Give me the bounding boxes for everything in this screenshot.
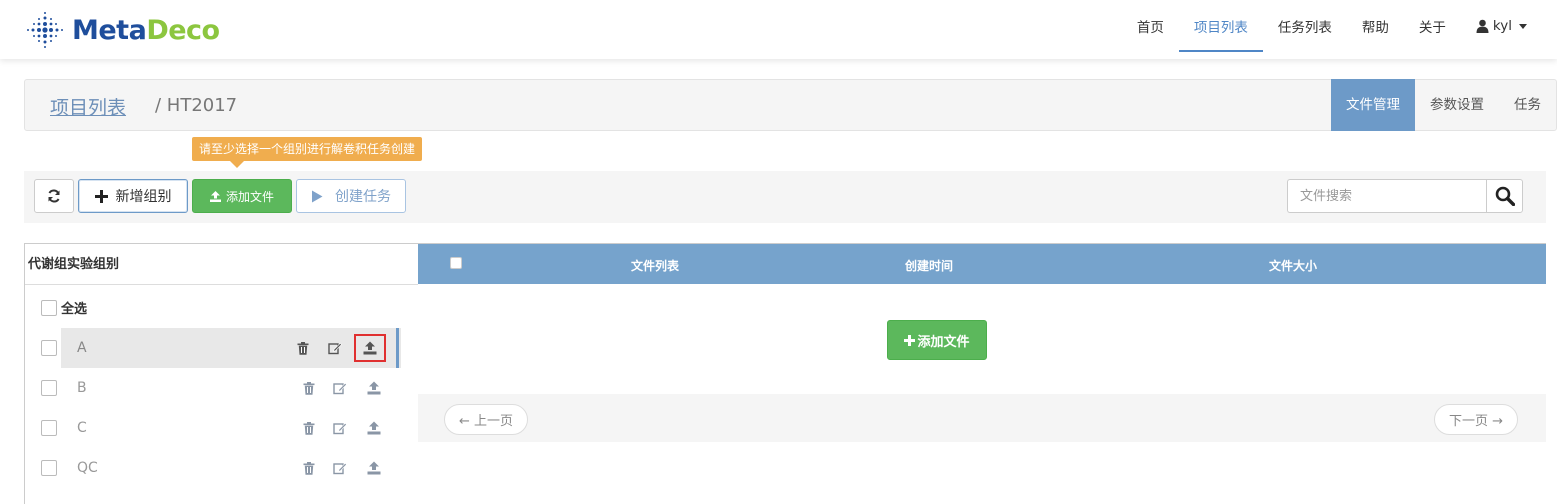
search-button[interactable] [1486,179,1523,213]
breadcrumb-project-list-link[interactable]: 项目列表 [50,93,126,120]
top-navbar: MetaDeco 首页 项目列表 任务列表 帮助 关于 kyl [0,0,1557,59]
edit-icon[interactable] [329,377,351,399]
add-file-button[interactable]: 添加文件 [192,179,292,213]
chevron-down-icon [1519,23,1527,29]
group-name: A [77,340,87,356]
refresh-button[interactable] [34,179,74,213]
next-page-button[interactable]: 下一页 → [1433,404,1518,435]
nav-task-list[interactable]: 任务列表 [1263,0,1347,52]
tab-tasks[interactable]: 任务 [1499,79,1556,131]
column-file-size: 文件大小 [1269,259,1318,273]
column-created-time: 创建时间 [905,259,954,273]
user-icon [1476,19,1489,33]
upload-icon[interactable] [354,334,386,362]
trash-icon[interactable] [298,457,320,479]
edit-icon[interactable] [329,417,351,439]
group-row-c[interactable]: C [41,408,413,448]
upload-icon[interactable] [363,377,385,399]
metadeco-logo-icon [27,12,63,48]
brand-logo[interactable]: MetaDeco [24,9,220,51]
nav-help[interactable]: 帮助 [1347,0,1404,52]
file-table-panel: 文件列表 创建时间 文件大小 添加文件 ← 上一页 下一页 → [418,243,1546,504]
upload-icon [209,190,221,202]
create-task-tooltip: 请至少选择一个组别进行解卷积任务创建 [192,137,423,168]
add-file-empty-label: 添加文件 [917,334,970,350]
nav-about[interactable]: 关于 [1404,0,1461,52]
select-all-label: 全选 [61,302,88,317]
user-menu[interactable]: kyl [1461,0,1557,52]
project-tabs: 文件管理 参数设置 任务 [1331,79,1556,131]
group-item[interactable]: QC [61,448,401,488]
plus-icon [94,189,108,203]
edit-icon[interactable] [324,337,346,359]
trash-icon[interactable] [292,337,314,359]
group-name: C [77,420,87,436]
group-name: B [77,380,87,396]
prev-page-button[interactable]: ← 上一页 [444,404,529,435]
add-file-label: 添加文件 [225,189,274,204]
play-icon [312,190,323,202]
trash-icon[interactable] [298,417,320,439]
nav-project-list[interactable]: 项目列表 [1178,0,1263,52]
breadcrumb: 项目列表 / HT2017 文件管理 参数设置 任务 [24,79,1557,131]
column-file-list: 文件列表 [631,259,680,273]
group-item[interactable]: A [61,328,401,368]
tab-parameter-settings[interactable]: 参数设置 [1415,79,1499,131]
select-all-checkbox[interactable] [41,299,57,316]
brand-name: MetaDeco [72,14,220,46]
edit-icon[interactable] [329,457,351,479]
file-table-empty: 添加文件 [418,284,1546,394]
upload-icon[interactable] [363,417,385,439]
tab-file-management[interactable]: 文件管理 [1331,79,1415,131]
file-toolbar: 新增组别 添加文件 创建任务 [24,171,1546,223]
plus-icon [904,334,916,346]
user-name: kyl [1492,18,1512,34]
select-all[interactable]: 全选 [41,298,87,317]
nav-home[interactable]: 首页 [1122,0,1179,52]
file-search-input[interactable] [1287,179,1487,213]
refresh-icon [48,189,60,203]
breadcrumb-current: / HT2017 [155,95,238,116]
create-task-label: 创建任务 [335,189,391,205]
group-name: QC [77,460,98,476]
group-row-qc[interactable]: QC [41,448,413,488]
pager: ← 上一页 下一页 → [418,394,1546,442]
main-nav: 首页 项目列表 任务列表 帮助 关于 kyl [1122,0,1557,52]
group-item[interactable]: B [61,368,401,408]
group-checkbox[interactable] [41,380,57,396]
add-group-button[interactable]: 新增组别 [78,179,188,213]
group-row-a[interactable]: A [41,328,413,368]
trash-icon[interactable] [298,377,320,399]
add-file-button-empty[interactable]: 添加文件 [887,320,987,360]
group-row-b[interactable]: B [41,368,413,408]
add-group-label: 新增组别 [115,189,172,205]
groups-panel-title: 代谢组实验组别 [25,244,418,285]
selected-indicator [396,328,399,368]
upload-icon[interactable] [363,457,385,479]
groups-panel: 代谢组实验组别 全选 A B C QC [24,243,419,504]
search-icon [1495,186,1515,206]
group-checkbox[interactable] [41,460,57,476]
group-checkbox[interactable] [41,420,57,436]
group-checkbox[interactable] [41,340,57,356]
select-all-files-checkbox[interactable] [450,257,462,269]
group-item[interactable]: C [61,408,401,448]
create-task-button[interactable]: 创建任务 [296,179,406,213]
file-table-header: 文件列表 创建时间 文件大小 [418,244,1546,284]
